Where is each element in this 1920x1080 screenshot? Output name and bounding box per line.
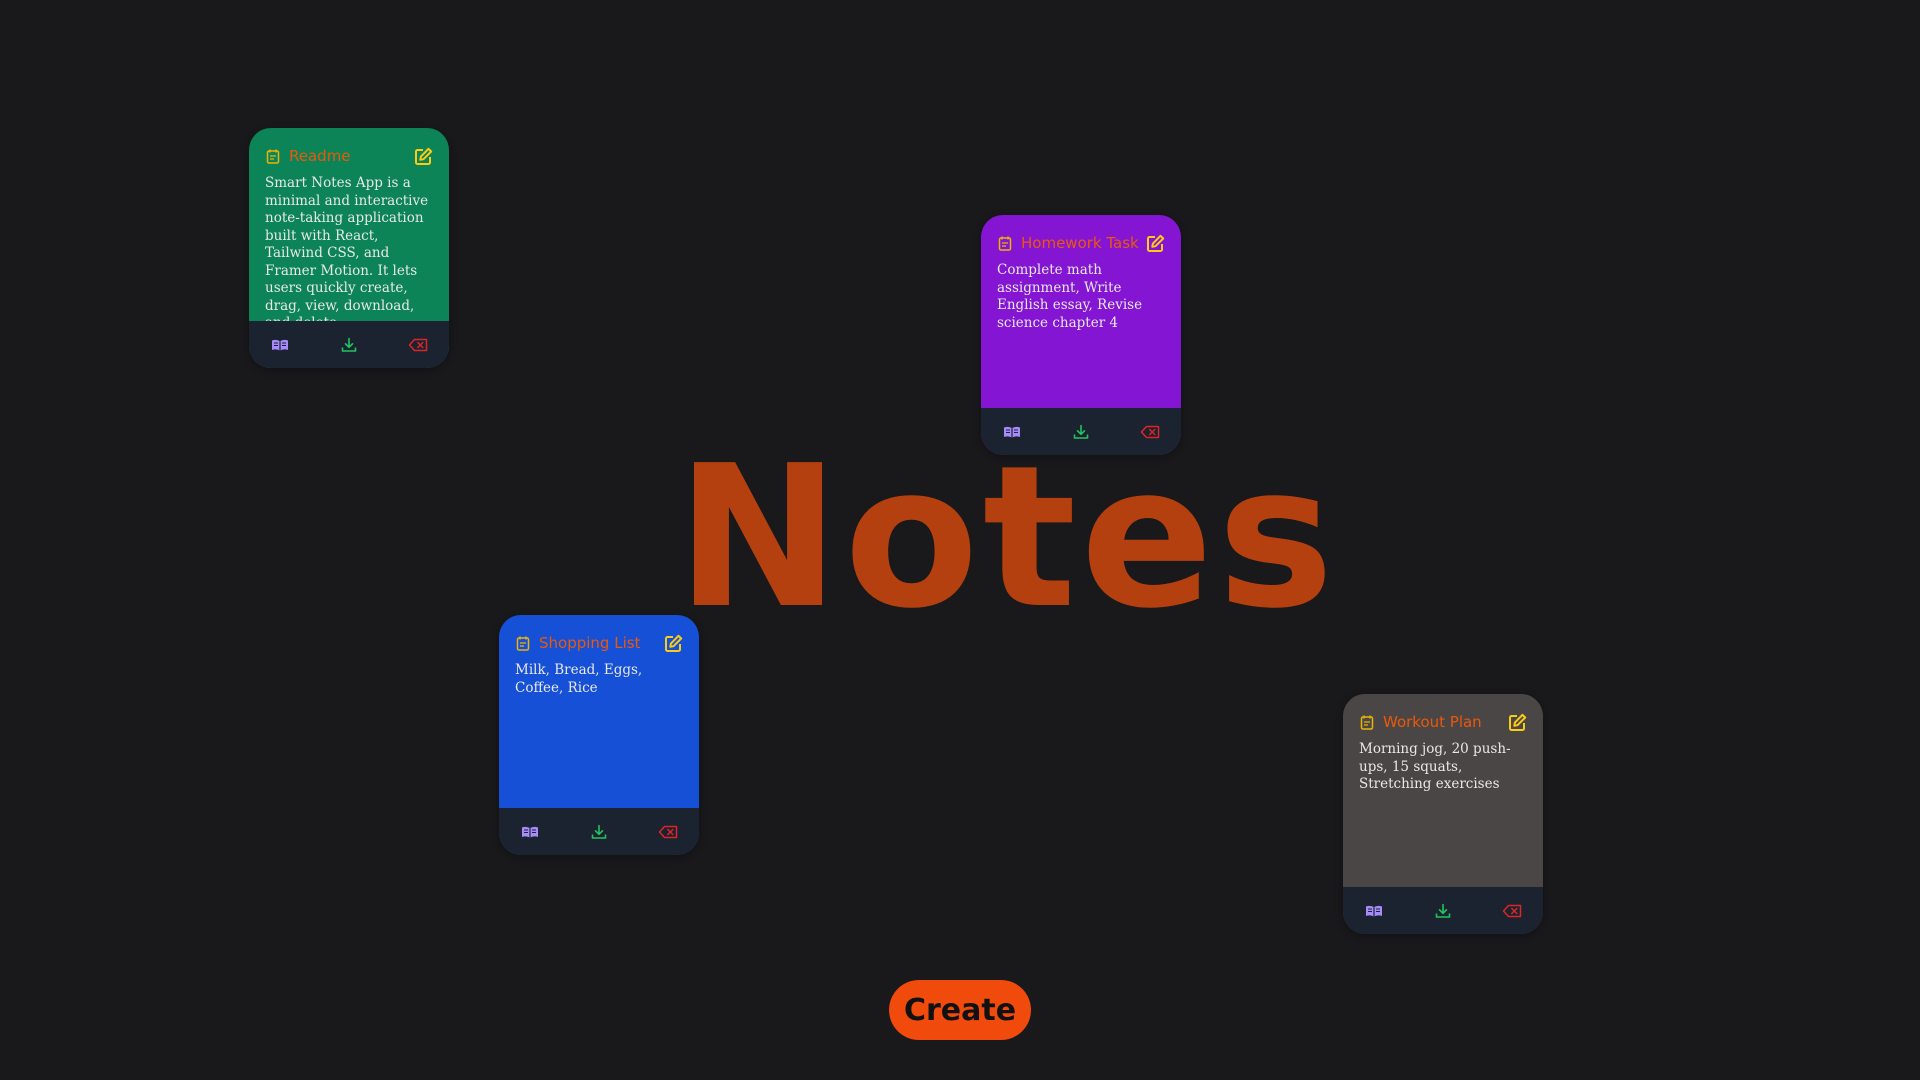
note-card-readme[interactable]: Readme Smart Notes App is a minimal and … xyxy=(249,128,449,368)
note-icon xyxy=(997,235,1013,251)
note-card-header: Homework Task xyxy=(997,228,1165,258)
note-card-footer xyxy=(1343,887,1543,934)
note-card-body: Homework Task Complete math assignment, … xyxy=(981,215,1181,408)
notes-board: Notes Readme Smart Notes App is a minima… xyxy=(0,0,1920,1080)
note-card-footer xyxy=(981,408,1181,455)
download-icon[interactable] xyxy=(1432,900,1454,922)
delete-icon[interactable] xyxy=(1139,421,1161,443)
note-title: Readme xyxy=(289,147,351,165)
note-card-body: Workout Plan Morning jog, 20 push-ups, 1… xyxy=(1343,694,1543,887)
note-card-body: Shopping List Milk, Bread, Eggs, Coffee,… xyxy=(499,615,699,808)
download-icon[interactable] xyxy=(1070,421,1092,443)
note-card-shopping-list[interactable]: Shopping List Milk, Bread, Eggs, Coffee,… xyxy=(499,615,699,855)
note-text: Smart Notes App is a minimal and interac… xyxy=(265,175,429,321)
page-title: Notes xyxy=(676,424,1338,652)
note-icon xyxy=(515,635,531,651)
create-button[interactable]: Create xyxy=(889,980,1031,1040)
note-card-body: Readme Smart Notes App is a minimal and … xyxy=(249,128,449,321)
edit-icon[interactable] xyxy=(1145,233,1165,253)
download-icon[interactable] xyxy=(338,334,360,356)
note-text: Milk, Bread, Eggs, Coffee, Rice xyxy=(515,662,643,696)
note-text: Morning jog, 20 push-ups, 15 squats, Str… xyxy=(1359,741,1511,792)
read-icon[interactable] xyxy=(1363,900,1385,922)
note-title: Workout Plan xyxy=(1383,713,1482,731)
note-icon xyxy=(1359,714,1375,730)
note-card-footer xyxy=(499,808,699,855)
note-card-header: Workout Plan xyxy=(1359,707,1527,737)
note-title: Homework Task xyxy=(1021,234,1139,252)
note-icon xyxy=(265,148,281,164)
delete-icon[interactable] xyxy=(1501,900,1523,922)
note-title: Shopping List xyxy=(539,634,641,652)
note-card-footer xyxy=(249,321,449,368)
edit-icon[interactable] xyxy=(413,146,433,166)
note-card-header: Shopping List xyxy=(515,628,683,658)
delete-icon[interactable] xyxy=(657,821,679,843)
read-icon[interactable] xyxy=(1001,421,1023,443)
read-icon[interactable] xyxy=(269,334,291,356)
note-card-header: Readme xyxy=(265,141,433,171)
edit-icon[interactable] xyxy=(663,633,683,653)
download-icon[interactable] xyxy=(588,821,610,843)
note-card-homework-task[interactable]: Homework Task Complete math assignment, … xyxy=(981,215,1181,455)
edit-icon[interactable] xyxy=(1507,712,1527,732)
note-card-workout-plan[interactable]: Workout Plan Morning jog, 20 push-ups, 1… xyxy=(1343,694,1543,934)
note-text: Complete math assignment, Write English … xyxy=(997,262,1143,331)
delete-icon[interactable] xyxy=(407,334,429,356)
read-icon[interactable] xyxy=(519,821,541,843)
